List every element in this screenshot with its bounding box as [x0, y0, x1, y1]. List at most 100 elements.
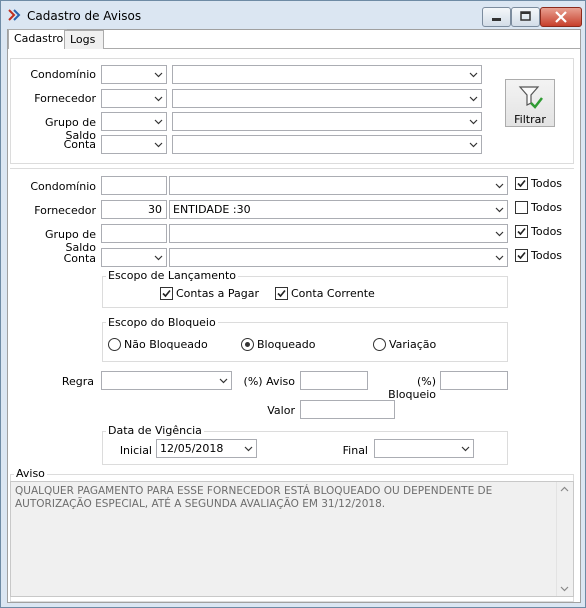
chevron-down-icon: [154, 255, 163, 261]
grupo-todos-label: Todos: [531, 225, 563, 238]
close-icon: [555, 11, 567, 23]
chevron-down-icon: [244, 446, 253, 452]
escopo-bloqueio-title: Escopo do Bloqueio: [106, 316, 218, 329]
fornecedor-todos-label: Todos: [531, 201, 563, 214]
chevron-down-icon: [219, 378, 228, 384]
tab-cadastro[interactable]: Cadastro: [8, 29, 67, 50]
grupo-todos-checkbox[interactable]: [515, 225, 528, 238]
aviso-memo[interactable]: QUALQUER PAGAMENTO PARA ESSE FORNECEDOR …: [10, 481, 574, 597]
conta-corrente-label: Conta Corrente: [291, 287, 375, 300]
final-date-picker[interactable]: [374, 439, 474, 458]
radio-nao-bloqueado-label: Não Bloqueado: [124, 338, 208, 351]
contas-pagar-checkbox[interactable]: [160, 287, 173, 300]
radio-bloqueado[interactable]: [241, 338, 254, 351]
checkmark-icon: [517, 251, 526, 260]
minimize-button[interactable]: [482, 7, 511, 27]
chevron-down-icon: [154, 72, 163, 78]
chevron-down-icon: [469, 96, 478, 102]
radio-nao-bloqueado[interactable]: [108, 338, 121, 351]
radio-variacao-label: Variação: [389, 338, 437, 351]
conta-corrente-checkbox[interactable]: [275, 287, 288, 300]
filter-button[interactable]: Filtrar: [505, 79, 555, 127]
chevron-down-icon: [154, 119, 163, 125]
fornecedor-name-value: ENTIDADE :30: [173, 203, 251, 216]
filter-fornecedor-code-combo[interactable]: [101, 89, 167, 108]
condominio-label: Condomínio: [30, 180, 96, 193]
grupo-name-combo[interactable]: [169, 224, 508, 243]
valor-field[interactable]: [300, 400, 395, 419]
bloqueio-pct-label: (%) Bloqueio: [388, 375, 436, 401]
chevron-down-icon: [495, 207, 504, 213]
minimize-icon: [492, 18, 501, 21]
radio-selected-dot: [245, 342, 250, 347]
close-button[interactable]: [540, 7, 582, 27]
chevron-down-icon: [469, 72, 478, 78]
filter-grupo-name-combo[interactable]: [172, 112, 482, 131]
chevron-down-icon: [461, 446, 470, 452]
maximize-button[interactable]: [511, 7, 540, 27]
chevron-down-icon: [469, 119, 478, 125]
title-bar: Cadastro de Avisos: [1, 1, 585, 29]
final-label: Final: [342, 444, 368, 457]
aviso-pct-label: (%) Aviso: [243, 375, 295, 388]
regra-combo[interactable]: [101, 371, 232, 390]
checkmark-icon: [162, 289, 171, 298]
conta-todos-label: Todos: [531, 249, 563, 262]
chevron-down-icon: [154, 142, 163, 148]
main-window: Cadastro de Avisos Cadastro Logs Condomí…: [0, 0, 586, 608]
funnel-check-icon: [518, 86, 543, 109]
radio-bloqueado-label: Bloqueado: [257, 338, 316, 351]
filter-conta-code-combo[interactable]: [101, 135, 167, 154]
chevron-down-icon: [495, 183, 504, 189]
vigencia-title: Data de Vigência: [106, 424, 204, 437]
contas-pagar-label: Contas a Pagar: [176, 287, 260, 300]
aviso-scrollbar[interactable]: [556, 482, 573, 596]
filter-fornecedor-name-combo[interactable]: [172, 89, 482, 108]
scroll-down-icon: [560, 586, 569, 592]
tab-bar: Cadastro Logs: [8, 29, 580, 50]
fornecedor-code-value: 30: [148, 203, 162, 216]
inicial-date-value: 12/05/2018: [160, 442, 224, 455]
tab-logs[interactable]: Logs: [64, 30, 104, 49]
fornecedor-code-field[interactable]: 30: [101, 200, 167, 219]
radio-variacao[interactable]: [373, 338, 386, 351]
aviso-pct-field[interactable]: [300, 371, 368, 390]
fornecedor-label: Fornecedor: [34, 204, 96, 217]
checkmark-icon: [517, 179, 526, 188]
fornecedor-todos-checkbox[interactable]: [515, 201, 528, 214]
chevron-down-icon: [154, 96, 163, 102]
condominio-code-field[interactable]: [101, 176, 167, 195]
filter-condominio-name-combo[interactable]: [172, 65, 482, 84]
conta-name-combo[interactable]: [169, 248, 508, 267]
checkmark-icon: [517, 227, 526, 236]
filter-conta-label: Conta: [63, 138, 96, 151]
filter-button-label: Filtrar: [514, 113, 546, 126]
filter-grupo-code-combo[interactable]: [101, 112, 167, 131]
aviso-text: QUALQUER PAGAMENTO PARA ESSE FORNECEDOR …: [15, 485, 493, 510]
window-title: Cadastro de Avisos: [27, 9, 142, 23]
conta-todos-checkbox[interactable]: [515, 249, 528, 262]
bloqueio-pct-field[interactable]: [440, 371, 508, 390]
conta-code-combo[interactable]: [101, 248, 167, 267]
valor-label: Valor: [267, 404, 295, 417]
condominio-todos-checkbox[interactable]: [515, 177, 528, 190]
filter-conta-name-combo[interactable]: [172, 135, 482, 154]
condominio-name-combo[interactable]: [169, 176, 508, 195]
chevron-down-icon: [469, 142, 478, 148]
cadastro-pane: Condomínio Fornecedor Grupo de Saldo Con…: [8, 49, 580, 602]
inicial-label: Inicial: [119, 444, 152, 457]
filter-condominio-label: Condomínio: [30, 68, 96, 81]
filter-fornecedor-label: Fornecedor: [34, 92, 96, 105]
chevron-down-icon: [495, 231, 504, 237]
grupo-label: Grupo de Saldo: [45, 228, 96, 254]
app-icon: [8, 9, 21, 21]
fornecedor-name-combo[interactable]: ENTIDADE :30: [169, 200, 508, 219]
condominio-todos-label: Todos: [531, 177, 563, 190]
chevron-down-icon: [495, 255, 504, 261]
client-area: Cadastro Logs Condomínio Fornecedor Grup…: [7, 29, 581, 603]
conta-label: Conta: [63, 252, 96, 265]
filter-condominio-code-combo[interactable]: [101, 65, 167, 84]
grupo-code-field[interactable]: [101, 224, 167, 243]
scroll-up-icon: [560, 486, 569, 492]
inicial-date-picker[interactable]: 12/05/2018: [156, 439, 257, 458]
